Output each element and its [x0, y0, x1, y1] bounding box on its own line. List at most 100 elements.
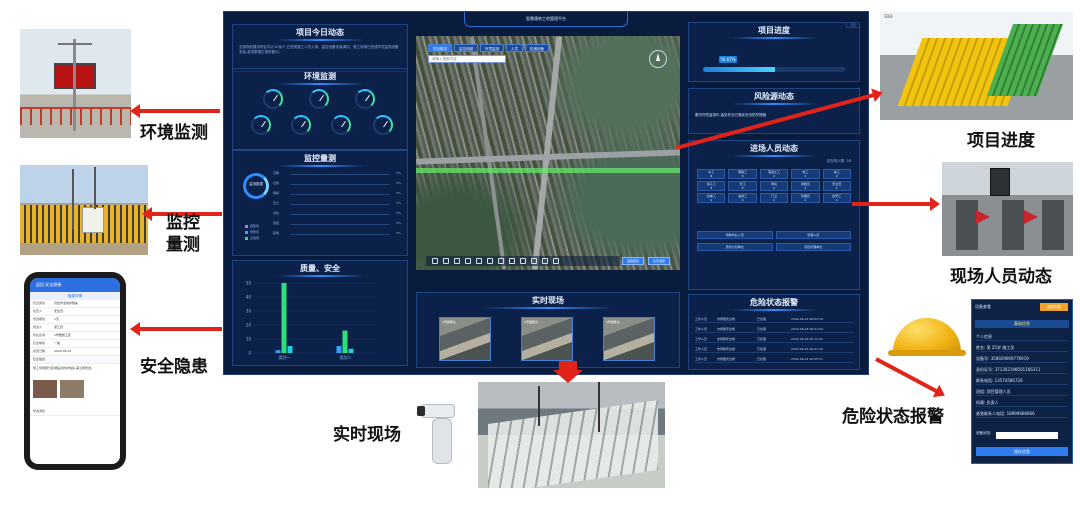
pin-icon[interactable] [531, 258, 537, 264]
alarm-title: 危险状态报警 [689, 297, 859, 311]
monitor-title: 监控量测 [233, 153, 407, 167]
y-tick-label: 20 [246, 323, 252, 328]
gauge-icon [309, 89, 329, 109]
personnel-cell: 钢筋工 3 [728, 169, 757, 179]
monitor-row: 其他 0% [273, 231, 401, 235]
arrow-right-icon [852, 197, 940, 211]
layer-icon[interactable] [476, 258, 482, 264]
cube-icon[interactable] [498, 258, 504, 264]
phone-detail-list: 隐患类别 高处作业防护缺失 检查人 安全员 整改期限 1天 整改人 施工员 所在区域 1号楼施工区… [30, 300, 120, 356]
personnel-cell: 焊工 2 [822, 169, 851, 179]
bar-mark [281, 283, 287, 353]
phone-detail-row: 检查日期 2020-06-22 [30, 348, 120, 356]
height-icon[interactable] [454, 258, 460, 264]
map-view[interactable]: 项目概况 监控视频 环境监测 人员 机械设备 请输入搜索内容 返回首页 全景漫游 [416, 36, 680, 270]
env-title: 环境监测 [233, 71, 407, 85]
caption-live: 实时现场 [333, 425, 401, 445]
personnel-wide-row: 劳务分包单位 项目管理单位 [697, 243, 851, 251]
legend-label: 预警值 [250, 230, 260, 234]
gauge-icon [263, 89, 283, 109]
map-tab[interactable]: 机械设备 [525, 44, 549, 52]
live-camera-thumb[interactable]: 2号摄像头 [521, 317, 573, 361]
legend-swatch [245, 231, 248, 234]
legend-label: 报警值 [250, 224, 260, 228]
map-tab[interactable]: 监控视频 [454, 44, 478, 52]
monitor-donut: 监测数据 [243, 173, 269, 199]
ptz-camera-icon [432, 418, 452, 464]
phone-desc-title: 隐患描述 [30, 356, 120, 364]
card-select-label: 设备状态: [976, 431, 992, 435]
personnel-cell: 安全员 1 [822, 181, 851, 191]
caption-progress: 项目进度 [967, 131, 1035, 151]
phone-photos [30, 378, 120, 400]
illustration-canvas: 智慧建筑工地管理平台 返回 项目今日动态 全部规划建设项目共计10余个,已完成施… [0, 0, 1080, 508]
bar-mark [287, 346, 293, 353]
map-panorama-button[interactable]: 全景漫游 [648, 257, 670, 265]
card-save-button[interactable]: 保存信息 [976, 447, 1068, 456]
eye-icon[interactable] [553, 258, 559, 264]
camera-lens-icon [417, 406, 425, 416]
monitor-row: 位移 0% [273, 181, 401, 185]
risk-title: 风险源动态 [689, 91, 859, 105]
quality-title: 质量、安全 [233, 263, 407, 277]
dashboard-screen: 智慧建筑工地管理平台 返回 项目今日动态 全部规划建设项目共计10余个,已完成施… [223, 11, 869, 375]
quality-chart: 50 40 30 20 10 0 类别一 类别二 [246, 281, 376, 360]
mobile-phone: 返回 安全隐患 隐患详情 隐患类别 高处作业防护缺失 检查人 安全员 整改期限 1天 整改人… [24, 272, 126, 470]
alarm-row[interactable]: 工作人员 未佩戴安全帽 已处理 2020-06-22 08:24:18 [695, 315, 853, 323]
live-camera-thumb[interactable]: 3号摄像头 [603, 317, 655, 361]
personnel-cell: 木工 4 [697, 169, 726, 179]
phone-detail-row: 整改期限 1天 [30, 316, 120, 324]
map-search-input[interactable]: 请输入搜索内容 [428, 55, 506, 63]
caption-safety: 安全隐患 [140, 357, 208, 377]
sensor-box-icon [82, 207, 104, 233]
live-scene-photo [478, 382, 665, 488]
progress-title: 项目进度 [689, 25, 859, 39]
map-home-button[interactable]: 返回首页 [622, 257, 644, 265]
phone-subtitle: 隐患详情 [30, 292, 120, 300]
phone-detail-row: 隐患类别 高处作业防护缺失 [30, 300, 120, 308]
monitor-row: 裂缝 0% [273, 221, 401, 225]
card-tab[interactable]: 基础信息 [975, 320, 1069, 328]
grid-icon[interactable] [520, 258, 526, 264]
caption-alarm: 危险状态报警 [842, 407, 944, 427]
personnel-cell: 信号工 1 [822, 193, 851, 203]
personnel-cell: 油漆工 0 [728, 193, 757, 203]
card-info-line: 联系电话: 13574586726 [976, 376, 1068, 385]
route-icon[interactable] [465, 258, 471, 264]
caption-personnel: 现场人员动态 [950, 267, 1052, 287]
map-tab[interactable]: 项目概况 [428, 44, 452, 52]
card-info-line: 班组: 项目管理人员 [976, 387, 1068, 396]
map-tab[interactable]: 人员 [506, 44, 523, 52]
personnel-cell: 普工 5 [728, 181, 757, 191]
personnel-cell: 门卫 1 [759, 193, 789, 203]
arrow-down-icon [559, 361, 577, 370]
hazard-photo [33, 380, 57, 398]
personnel-cell: 架子工 3 [697, 181, 726, 191]
alarm-row[interactable]: 工作人员 未佩戴安全帽 已处理 2020-06-22 09:12:45 [695, 335, 853, 343]
gauge-icon [291, 115, 311, 135]
legend-label: 正常值 [250, 236, 260, 240]
card-status-select[interactable] [996, 432, 1058, 439]
gauge-icon [355, 89, 375, 109]
measure-icon[interactable] [432, 258, 438, 264]
gauge-icon [251, 115, 271, 135]
alarm-row[interactable]: 工作人员 未佩戴安全帽 已处理 2020-06-22 09:47:30 [695, 345, 853, 353]
card-return-button[interactable]: 返回列表 [1040, 303, 1068, 311]
phone-detail-row: 隐患等级 一般 [30, 340, 120, 348]
panel-quality-safety: 质量、安全 50 40 30 20 10 0 类别一 类别二 [232, 260, 408, 366]
alarm-row[interactable]: 工作人员 未佩戴安全帽 已处理 2020-06-22 10:05:11 [695, 355, 853, 363]
map-tabs: 项目概况 监控视频 环境监测 人员 机械设备 [428, 44, 549, 54]
alarm-row[interactable]: 工作人员 未佩戴安全帽 已处理 2020-06-22 08:31:02 [695, 325, 853, 333]
card-info-line: 个人信息 [976, 332, 1068, 341]
area-icon[interactable] [443, 258, 449, 264]
map-tab[interactable]: 环境监测 [480, 44, 504, 52]
ruler-icon[interactable] [542, 258, 548, 264]
live-camera-thumb[interactable]: 1号摄像头 [439, 317, 491, 361]
phone-nav-bar[interactable]: 返回 安全隐患 [30, 278, 120, 292]
flag-icon[interactable] [487, 258, 493, 264]
monitor-row: 沉降 0% [273, 171, 401, 175]
panel-project-news: 项目今日动态 全部规划建设项目共计10余个,已完成施工人员入场、监控设备安装调试… [232, 24, 408, 72]
map-route-highlight [416, 168, 680, 173]
card-info-line: 设备号: 358929069776919 [976, 354, 1068, 363]
camera-icon[interactable] [509, 258, 515, 264]
